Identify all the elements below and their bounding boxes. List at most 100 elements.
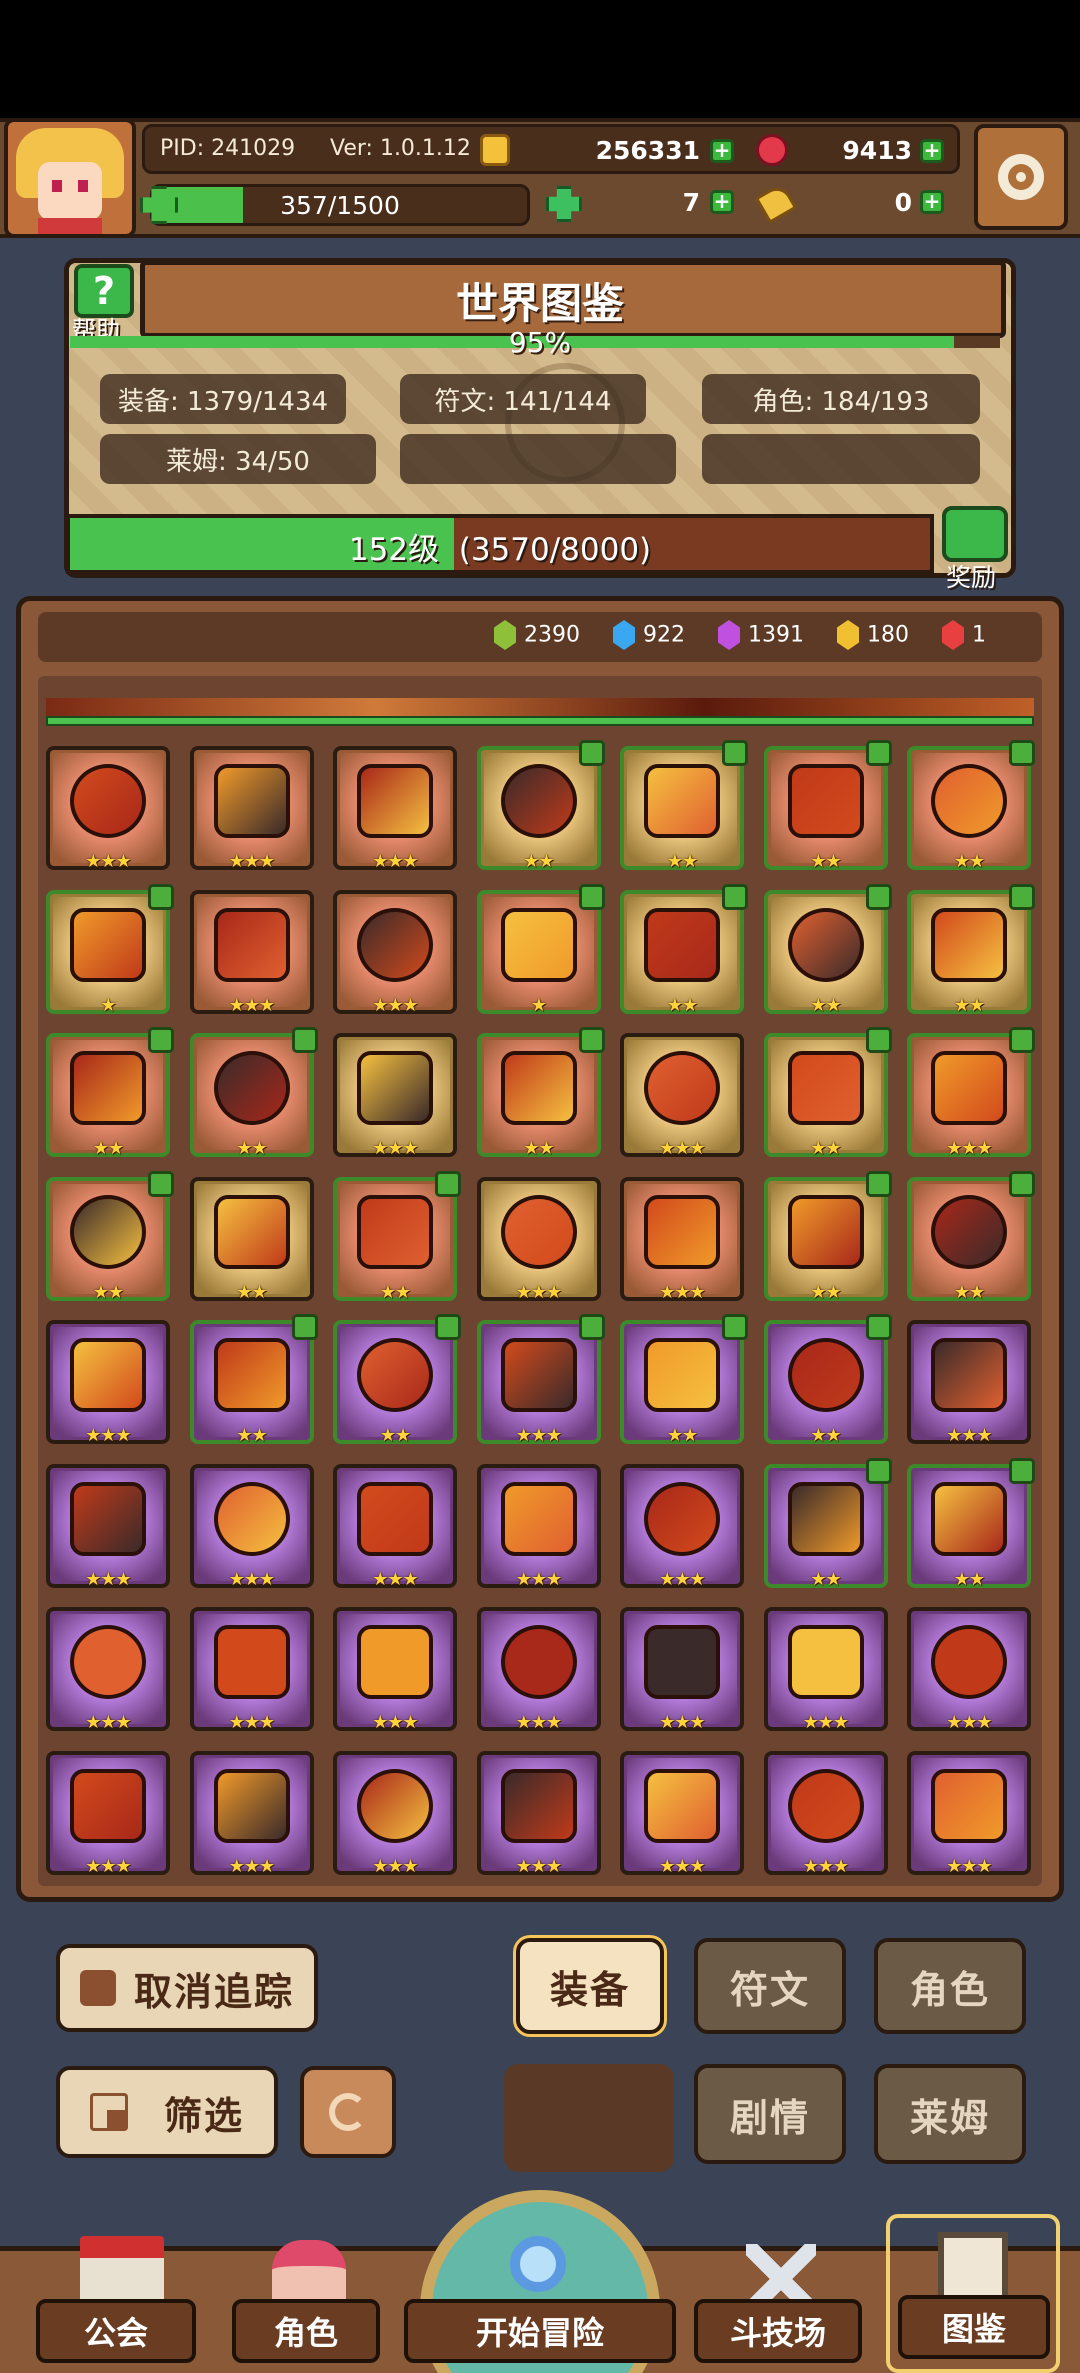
reward-button[interactable]: 奖励 bbox=[934, 504, 1018, 592]
item-tile[interactable]: ★★ bbox=[189, 1314, 318, 1446]
item-tile[interactable]: ★★ bbox=[476, 740, 605, 872]
star-rating: ★★★ bbox=[946, 1855, 992, 1877]
item-tile[interactable]: ★★★ bbox=[333, 746, 457, 872]
item-tile[interactable]: ★★★ bbox=[189, 1607, 314, 1733]
item-tile[interactable]: ★★ bbox=[763, 1170, 892, 1303]
item-tile[interactable]: ★★★ bbox=[763, 1750, 888, 1877]
item-tile[interactable]: ★★★ bbox=[620, 1176, 744, 1303]
item-tile[interactable]: ★★ bbox=[907, 740, 1035, 872]
item-tile[interactable]: ★★ bbox=[763, 740, 892, 872]
help-button[interactable]: ? 帮助 bbox=[66, 262, 146, 344]
item-tile[interactable]: ★★ bbox=[189, 1027, 318, 1159]
item-tile[interactable]: ★★★ bbox=[333, 1607, 457, 1733]
item-tile[interactable]: ★★★ bbox=[907, 1607, 1031, 1733]
item-tile[interactable]: ★★★ bbox=[333, 1750, 457, 1877]
lantern-armor-icon bbox=[931, 1051, 1007, 1125]
nav-arena[interactable]: 斗技场 bbox=[690, 2226, 866, 2373]
item-tile[interactable]: ★★★ bbox=[476, 1750, 601, 1877]
item-tile[interactable]: ★★★ bbox=[46, 1463, 170, 1590]
item-tile[interactable]: ★★★ bbox=[620, 1750, 744, 1877]
refresh-button[interactable] bbox=[300, 2066, 396, 2158]
star-rating: ★★★ bbox=[515, 1712, 562, 1733]
star-rating: ★★ bbox=[810, 851, 841, 872]
player-avatar[interactable] bbox=[4, 118, 136, 238]
item-tile[interactable]: ★★★ bbox=[476, 1176, 601, 1303]
star-rating: ★★★ bbox=[946, 1138, 992, 1159]
nav-codex[interactable]: 图鉴 bbox=[886, 2214, 1060, 2373]
sun-armor-icon bbox=[213, 1481, 290, 1556]
add-clover-button[interactable]: + bbox=[710, 190, 734, 214]
settings-button[interactable] bbox=[974, 124, 1068, 230]
item-tile[interactable]: ★ bbox=[46, 883, 174, 1016]
item-tile[interactable]: ★★ bbox=[907, 883, 1035, 1016]
item-tile[interactable]: ★★ bbox=[907, 1457, 1035, 1590]
item-tile[interactable]: ★★★ bbox=[46, 746, 170, 872]
item-tile[interactable]: ★★ bbox=[907, 1170, 1035, 1303]
add-gold-button[interactable]: + bbox=[710, 139, 734, 163]
stat-empty-1 bbox=[400, 434, 676, 484]
item-tile[interactable]: ★★★ bbox=[620, 1607, 744, 1733]
clover-count: 7 bbox=[682, 188, 700, 217]
item-tile[interactable]: ★★★ bbox=[476, 1463, 601, 1590]
tab-equipment-label: 装备 bbox=[549, 1967, 630, 2012]
item-tile[interactable]: ★★ bbox=[46, 1027, 174, 1159]
grid-scroll-area[interactable]: ★★★ ★★★ ★★★ ★★ ★★ ★★ ★★ ★ ★★★ ★★★ ★ ★★ ★★ ★★ ★★ ★★ ★★★ ★★… bbox=[38, 676, 1042, 1886]
star-rating: ★★ bbox=[523, 851, 554, 872]
untrack-button[interactable]: 取消追踪 bbox=[56, 1944, 318, 2032]
item-tile[interactable]: ★★★ bbox=[907, 1027, 1035, 1159]
item-tile[interactable]: ★★★ bbox=[333, 1033, 457, 1159]
item-tile[interactable]: ★★★ bbox=[476, 1314, 605, 1446]
item-tile[interactable]: ★★★ bbox=[189, 1750, 314, 1877]
item-tile[interactable]: ★★ bbox=[333, 1170, 461, 1303]
item-tile[interactable]: ★★★ bbox=[620, 1463, 744, 1590]
item-tile[interactable]: ★ bbox=[476, 883, 605, 1016]
item-tile[interactable]: ★★ bbox=[189, 1176, 314, 1303]
stat-character: 角色: 184/193 bbox=[702, 374, 980, 424]
item-tile[interactable]: ★★★ bbox=[333, 1463, 457, 1590]
item-tile[interactable]: ★★ bbox=[620, 1314, 748, 1446]
tab-rune[interactable]: 符文 bbox=[694, 1938, 846, 2034]
add-ruby-button[interactable]: + bbox=[920, 139, 944, 163]
item-tile[interactable]: ★★ bbox=[333, 1314, 461, 1446]
item-tile[interactable]: ★★ bbox=[763, 883, 892, 1016]
nav-character[interactable]: 角色 bbox=[222, 2226, 390, 2373]
item-tile[interactable]: ★★★ bbox=[46, 1320, 170, 1446]
item-tile[interactable]: ★★ bbox=[763, 1314, 892, 1446]
filter-button[interactable]: 筛选 bbox=[56, 2066, 278, 2158]
add-key-button[interactable]: + bbox=[920, 190, 944, 214]
red-gem-icon bbox=[942, 620, 964, 650]
star-rating: ★★ bbox=[953, 1568, 985, 1590]
star-rating: ★★ bbox=[666, 1425, 698, 1446]
nav-adventure[interactable]: 开始冒险 bbox=[404, 2190, 676, 2373]
empty-slot bbox=[504, 2064, 674, 2172]
dark-ring-icon bbox=[70, 1625, 146, 1699]
item-tile[interactable]: ★★★ bbox=[333, 889, 457, 1016]
gold-gloves-2-icon bbox=[787, 1194, 864, 1269]
item-tile[interactable]: ★★ bbox=[476, 1027, 605, 1159]
item-tile[interactable]: ★★★ bbox=[907, 1750, 1031, 1877]
item-tile[interactable]: ★★★ bbox=[189, 889, 314, 1016]
completion-percent: 95% bbox=[508, 326, 572, 359]
tracked-thumb-icon bbox=[1009, 1027, 1035, 1053]
item-tile[interactable]: ★★★ bbox=[476, 1607, 601, 1733]
tab-story[interactable]: 剧情 bbox=[694, 2064, 846, 2164]
item-tile[interactable]: ★★★ bbox=[763, 1607, 888, 1733]
gem-gold: 180 bbox=[837, 620, 909, 650]
item-tile[interactable]: ★★★ bbox=[907, 1320, 1031, 1446]
item-tile[interactable]: ★★ bbox=[46, 1170, 174, 1303]
item-tile[interactable]: ★★ bbox=[620, 883, 748, 1016]
tab-equipment[interactable]: 装备 bbox=[516, 1938, 664, 2034]
item-tile[interactable]: ★★★ bbox=[46, 1750, 170, 1877]
gold-band-icon bbox=[644, 1768, 720, 1843]
item-tile[interactable]: ★★★ bbox=[189, 746, 314, 872]
item-tile[interactable]: ★★ bbox=[763, 1027, 892, 1159]
tab-slime[interactable]: 莱姆 bbox=[874, 2064, 1026, 2164]
item-tile[interactable]: ★★★ bbox=[189, 1463, 314, 1590]
item-tile[interactable]: ★★★ bbox=[620, 1033, 744, 1159]
item-tile[interactable]: ★★★ bbox=[46, 1607, 170, 1733]
nav-guild[interactable]: 公会 bbox=[36, 2226, 204, 2373]
tab-character[interactable]: 角色 bbox=[874, 1938, 1026, 2034]
item-tile[interactable]: ★★ bbox=[763, 1457, 892, 1590]
obsidian-helm-icon bbox=[787, 1625, 864, 1699]
item-tile[interactable]: ★★ bbox=[620, 740, 748, 872]
